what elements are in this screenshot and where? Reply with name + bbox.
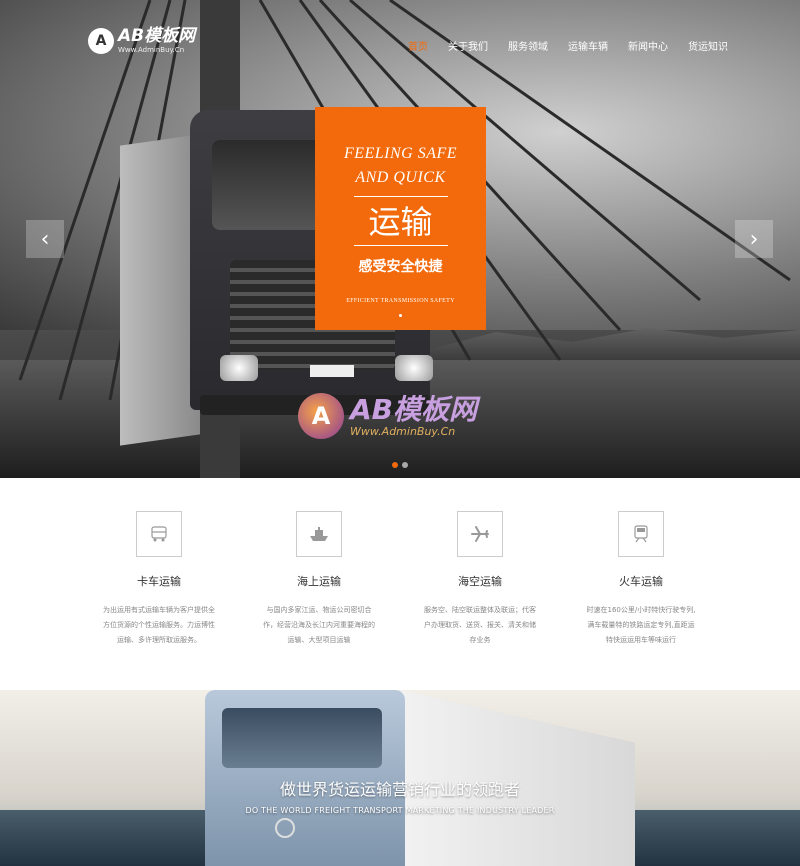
slider-prev-button[interactable]: ‹ — [26, 220, 64, 258]
chevron-right-icon: › — [749, 226, 759, 252]
logo-sub: Www.AdminBuy.Cn — [118, 46, 185, 54]
main-nav: 首页 关于我们 服务领域 运输车辆 新闻中心 货运知识 — [408, 38, 748, 53]
hero-caption-box: FEELING SAFE AND QUICK 运输 感受安全快捷 EFFICIE… — [315, 107, 486, 330]
divider — [353, 245, 448, 246]
watermark-url: Www.AdminBuy.Cn — [350, 424, 456, 438]
nav-vehicles[interactable]: 运输车辆 — [568, 38, 608, 53]
services-section: 卡车运输 为出运用有式运输车辆为客户提供全方位货源的个性运输服务。力运博性运输、… — [0, 478, 800, 690]
watermark: A AB模板网 Www.AdminBuy.Cn — [298, 393, 477, 439]
hero-tiny-text: EFFICIENT TRANSMISSION SAFETY — [346, 298, 455, 304]
bottom-banner: 做世界货运运输营销行业的领跑者 DO THE WORLD FREIGHT TRA… — [0, 690, 800, 866]
service-desc: 与国内多家江运、物运公司密切合作，经营沿海及长江内河重要海程的运输、大型项目运输 — [263, 606, 375, 644]
hero-en-line1: FEELING SAFE — [343, 145, 458, 162]
hero-cn-title: 运输 — [368, 203, 433, 241]
service-desc: 为出运用有式运输车辆为客户提供全方位货源的个性运输服务。力运博性运输、多许理所取… — [103, 606, 215, 644]
slider-dots — [392, 462, 408, 468]
service-desc: 时速在160公里/小时特快行驶专列,满车载量特的铁路运定专列,直距运特快运运用车… — [586, 606, 696, 644]
logo-mark: A — [88, 28, 114, 54]
banner-title: 做世界货运运输营销行业的领跑者 — [279, 780, 520, 799]
site-logo[interactable]: A AB模板网 Www.AdminBuy.Cn — [88, 28, 195, 54]
service-card-train[interactable]: 火车运输 时速在160公里/小时特快行驶专列,满车载量特的铁路运定专列,直距运特… — [546, 511, 736, 648]
watermark-text: AB模板网 — [350, 392, 478, 426]
banner-windshield — [222, 708, 382, 768]
nav-services[interactable]: 服务领域 — [508, 38, 548, 53]
nav-about[interactable]: 关于我们 — [448, 38, 488, 53]
bus-icon — [136, 511, 182, 557]
airplane-icon — [457, 511, 503, 557]
caption-dot — [399, 314, 402, 317]
slider-dot[interactable] — [402, 462, 408, 468]
chevron-left-icon: ‹ — [40, 226, 50, 252]
truck-emblem — [275, 818, 295, 838]
nav-knowledge[interactable]: 货运知识 — [688, 38, 728, 53]
service-desc: 服务空、陆空联运整体及联运；代客户办理取货、送货、报关、清关和储存业务 — [424, 606, 536, 644]
banner-subtitle: DO THE WORLD FREIGHT TRANSPORT MARKETING… — [245, 806, 555, 815]
watermark-logo: A — [298, 393, 344, 439]
divider — [353, 196, 448, 197]
hero-slider: A AB模板网 Www.AdminBuy.Cn 首页 关于我们 服务领域 运输车… — [0, 0, 800, 478]
nav-news[interactable]: 新闻中心 — [628, 38, 668, 53]
logo-name: AB模板网 — [118, 26, 196, 46]
nav-home[interactable]: 首页 — [408, 38, 428, 53]
hero-cn-sub: 感受安全快捷 — [358, 259, 443, 275]
service-title: 火车运输 — [619, 575, 663, 588]
slider-next-button[interactable]: › — [735, 220, 773, 258]
hero-en-line2: AND QUICK — [355, 169, 446, 186]
train-icon — [618, 511, 664, 557]
ship-icon — [296, 511, 342, 557]
slider-dot[interactable] — [392, 462, 398, 468]
